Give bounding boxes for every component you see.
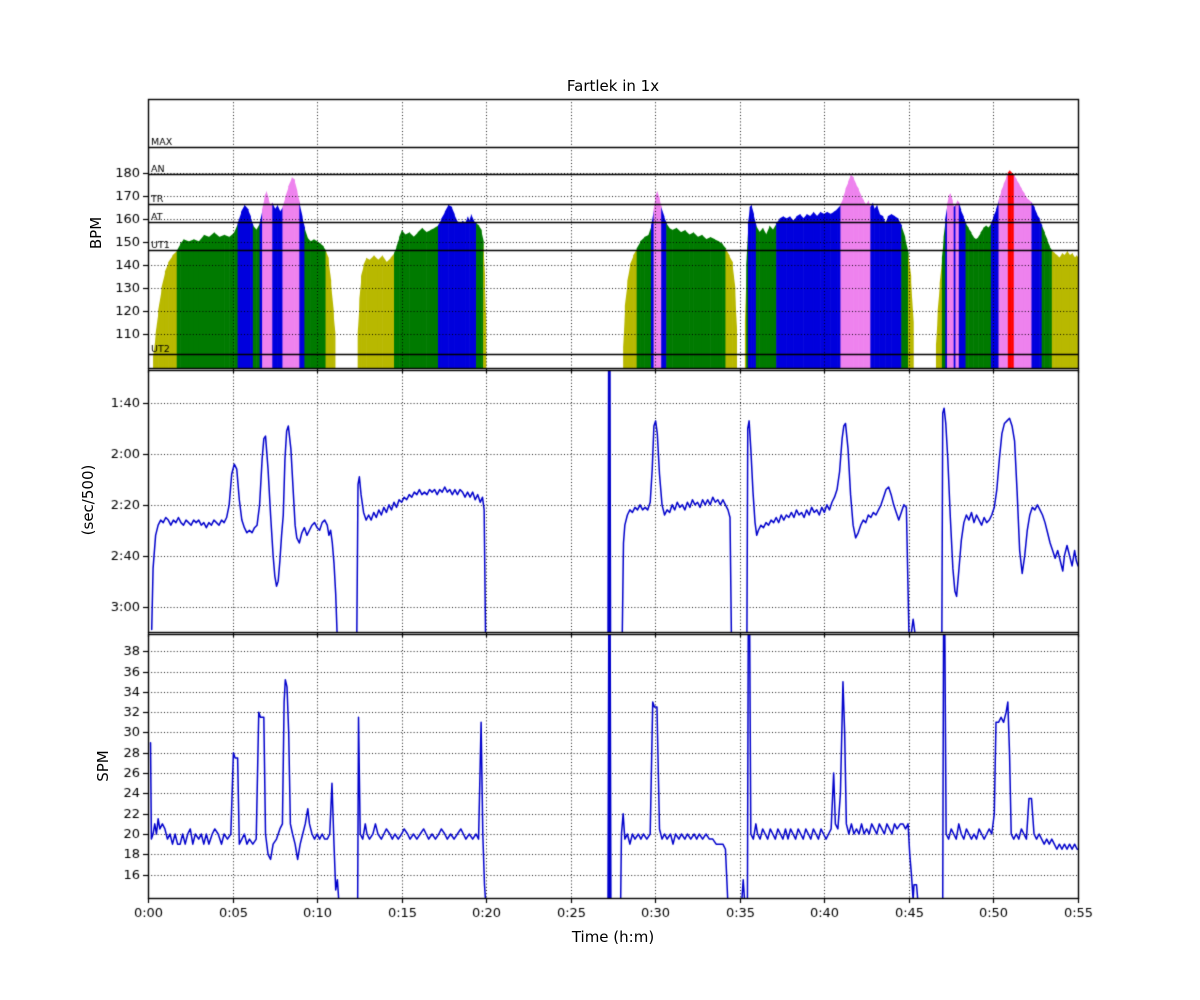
y-axis-label-pace: (sec/500) bbox=[79, 465, 97, 536]
x-axis-label: Time (h:m) bbox=[572, 928, 654, 946]
chart-canvas bbox=[0, 0, 1200, 1000]
chart-title: Fartlek in 1x bbox=[567, 77, 659, 95]
y-axis-label-bpm: BPM bbox=[87, 217, 105, 249]
figure-container: Fartlek in 1x BPM (sec/500) SPM Time (h:… bbox=[0, 0, 1200, 1000]
y-axis-label-spm: SPM bbox=[94, 750, 112, 782]
